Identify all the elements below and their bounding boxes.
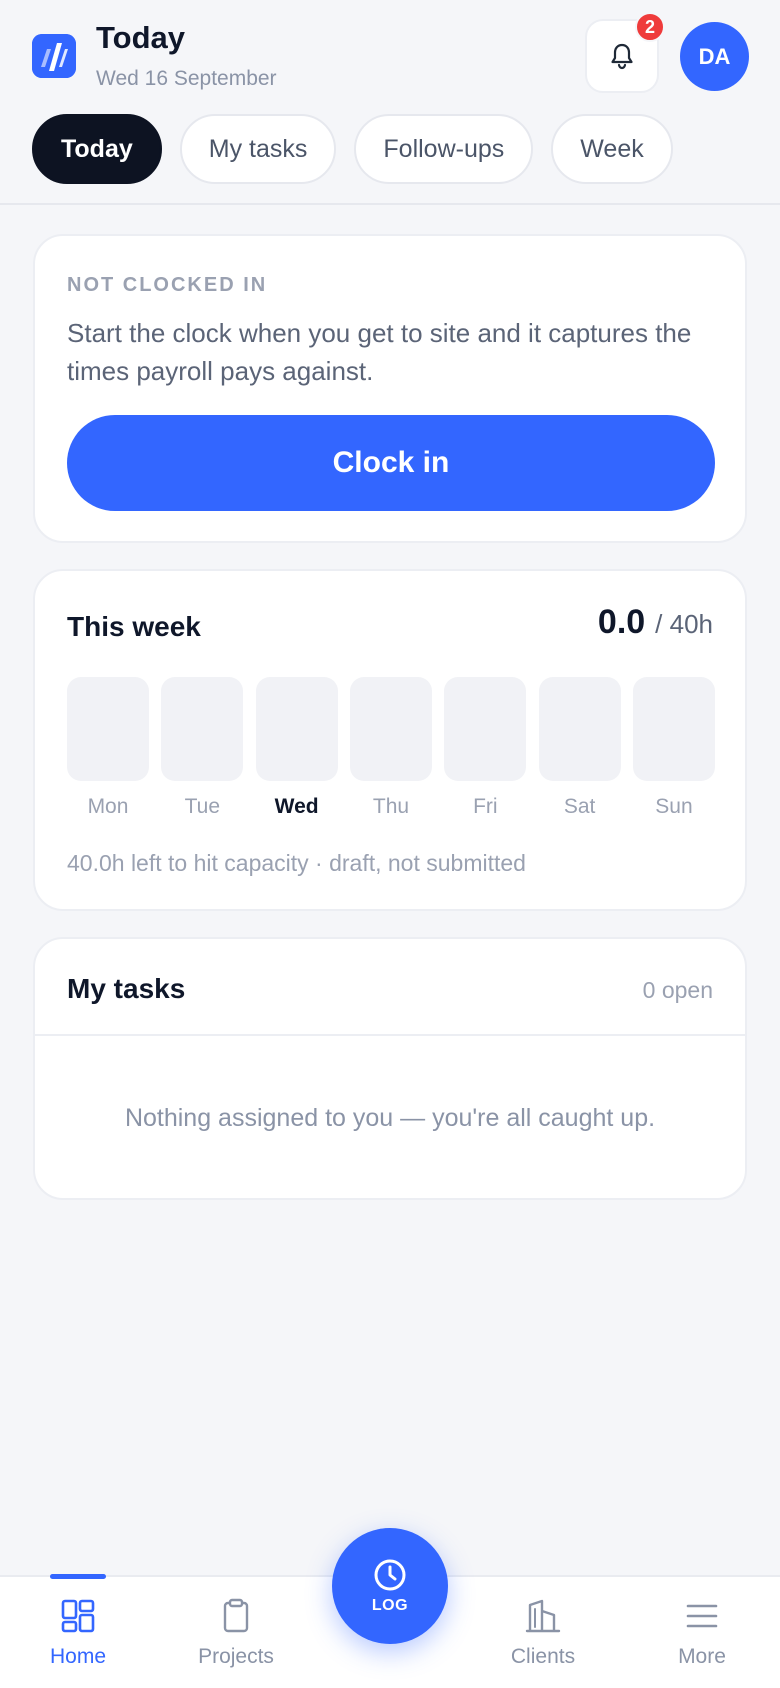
clock-in-button[interactable]: Clock in [67,415,715,511]
nav-projects-label: Projects [198,1645,274,1668]
tasks-title: My tasks [67,973,186,1004]
dashboard-icon [61,1599,95,1633]
day-column-sun[interactable]: Sun [632,677,715,819]
week-days: Mon Tue Wed Thu Fri Sat Sun [67,677,715,819]
day-bar-wed [255,677,338,781]
day-label: Sun [655,795,693,818]
clock-description: Start the clock when you get to site and… [67,318,692,386]
menu-icon [686,1604,718,1628]
nav-active-indicator [50,1574,106,1579]
nav-more-label: More [678,1645,726,1668]
day-bar-tue [161,677,244,781]
tab-week[interactable]: Week [551,114,673,184]
day-label: Tue [184,795,221,818]
day-bar-mon [67,677,149,781]
notification-badge: 2 [635,12,665,42]
day-label: Fri [473,795,498,818]
tasks-empty-message: Nothing assigned to you — you're all cau… [124,1104,656,1132]
page-title: Today [96,20,185,55]
tasks-count: 0 open [642,977,713,1003]
week-hours-logged: 0.0 [597,603,646,641]
nav-home-label: Home [49,1645,107,1668]
tasks-divider [35,1034,745,1036]
nav-home[interactable]: Home [8,1577,148,1688]
user-avatar[interactable]: DA [680,22,749,91]
nav-projects[interactable]: Projects [166,1577,306,1688]
bell-icon [611,43,633,70]
day-column-fri[interactable]: Fri [444,677,527,819]
week-total: 0.0 / 40h [598,603,713,642]
nav-clients[interactable]: Clients [473,1577,613,1688]
day-column-sat[interactable]: Sat [538,677,621,819]
nav-clients-label: Clients [510,1645,576,1668]
tab-follow-ups[interactable]: Follow-ups [354,114,534,184]
tab-today[interactable]: Today [32,114,162,184]
clock-icon [374,1559,406,1591]
day-label: Mon [87,795,129,818]
week-title: This week [67,611,201,642]
tab-my-tasks[interactable]: My tasks [179,114,337,184]
nav-more[interactable]: More [632,1577,772,1688]
day-label: Wed [274,795,319,818]
tasks-card: My tasks 0 open Nothing assigned to you … [33,937,747,1200]
day-label: Sat [563,795,596,818]
week-footer: 40.0h left to hit capacity · draft, not … [67,850,526,876]
log-button-label: LOG [371,1597,409,1614]
day-column-thu[interactable]: Thu [349,677,432,819]
clock-status: NOT CLOCKED IN [67,274,268,296]
app-logo-icon [32,34,76,78]
day-column-tue[interactable]: Tue [161,677,244,819]
day-bar-sat [538,677,621,781]
building-icon [525,1599,561,1633]
week-card: This week 0.0 / 40h Mon Tue Wed Thu Fri Sat Su… [33,569,747,911]
day-bar-thu [349,677,432,781]
clipboard-icon [223,1598,249,1633]
day-column-wed[interactable]: Wed [255,677,338,819]
filter-tabs: Today My tasks Follow-ups Week [32,114,673,184]
day-column-mon[interactable]: Mon [67,677,149,819]
day-label: Thu [372,795,410,818]
week-capacity: / 40h [655,609,713,639]
today-screen: Today Wed 16 September 2 DA Today My tas… [0,0,780,1688]
app-header: Today Wed 16 September 2 DA Today My tas… [0,0,780,205]
page-date: Wed 16 September [96,67,277,90]
day-bar-fri [444,677,527,781]
log-time-button[interactable]: LOG [332,1528,448,1644]
clock-card: NOT CLOCKED IN Start the clock when you … [33,234,747,543]
day-bar-sun [632,677,715,781]
